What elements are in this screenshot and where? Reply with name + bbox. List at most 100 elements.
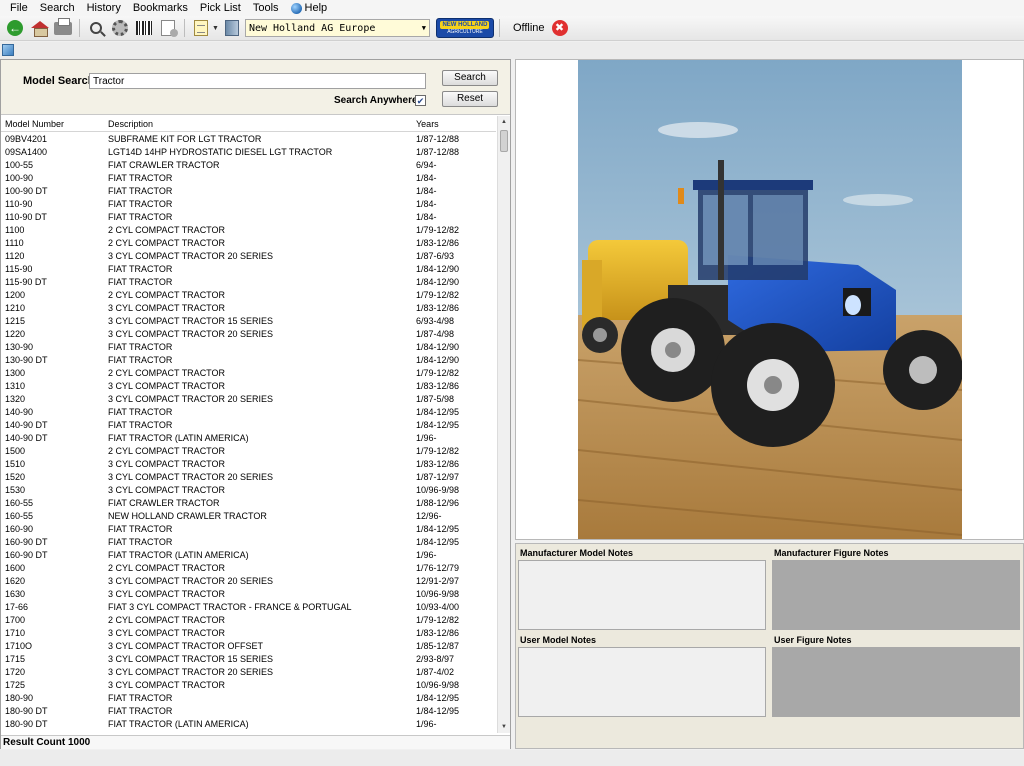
cell-years: 1/84-12/95 [416,537,460,547]
table-row[interactable]: 1715 3 CYL COMPACT TRACTOR 15 SERIES 2/93-… [1,653,496,666]
cell-model-number: 100-55 [5,160,34,170]
table-row[interactable]: 180-90 DT FIAT TRACTOR (LATIN AMERICA) 1/9… [1,718,496,731]
menu-file[interactable]: File [4,0,34,16]
table-row[interactable]: 160-55 NEW HOLLAND CRAWLER TRACTOR 12/96- [1,510,496,523]
barcode-button[interactable] [133,17,155,39]
table-row[interactable]: 1110 2 CYL COMPACT TRACTOR 1/83-12/86 [1,237,496,250]
table-row[interactable]: 1510 3 CYL COMPACT TRACTOR 1/83-12/86 [1,458,496,471]
window-tab-icon[interactable] [2,44,14,56]
cell-model-number: 1700 [5,615,26,625]
table-row[interactable]: 1200 2 CYL COMPACT TRACTOR 1/79-12/82 [1,289,496,302]
table-row[interactable]: 100-90 DT FIAT TRACTOR 1/84- [1,185,496,198]
menu-help[interactable]: Help [285,0,334,16]
table-row[interactable]: 1215 3 CYL COMPACT TRACTOR 15 SERIES 6/93-… [1,315,496,328]
table-row[interactable]: 1310 3 CYL COMPACT TRACTOR 1/83-12/86 [1,380,496,393]
menu-tools[interactable]: Tools [247,0,285,16]
table-row[interactable]: 1720 3 CYL COMPACT TRACTOR 20 SERIES 1/87-… [1,666,496,679]
table-row[interactable]: 115-90 DT FIAT TRACTOR 1/84-12/90 [1,276,496,289]
table-row[interactable]: 160-90 DT FIAT TRACTOR (LATIN AMERICA) 1/9… [1,549,496,562]
scroll-up-icon[interactable]: ▲ [498,116,510,128]
chevron-down-icon: ▼ [421,24,426,32]
cell-years: 1/84-12/95 [416,706,460,716]
table-row[interactable]: 100-55 FIAT CRAWLER TRACTOR 6/94- [1,159,496,172]
user-figure-notes-box[interactable] [772,647,1020,717]
column-header-description[interactable]: Description [108,119,153,129]
scroll-down-icon[interactable]: ▼ [498,721,510,733]
table-row[interactable]: 160-55 FIAT CRAWLER TRACTOR 1/88-12/96 [1,497,496,510]
table-row[interactable]: 17-66 FIAT 3 CYL COMPACT TRACTOR - FRANCE… [1,601,496,614]
table-row[interactable]: 1725 3 CYL COMPACT TRACTOR 10/96-9/98 [1,679,496,692]
manufacturer-model-notes-box[interactable] [518,560,766,630]
back-button[interactable]: ← [4,17,26,39]
table-row[interactable]: 1530 3 CYL COMPACT TRACTOR 10/96-9/98 [1,484,496,497]
menu-history[interactable]: History [81,0,127,16]
reset-button[interactable]: Reset [442,91,498,107]
document-search-button[interactable] [157,17,179,39]
table-row[interactable]: 1500 2 CYL COMPACT TRACTOR 1/79-12/82 [1,445,496,458]
table-row[interactable]: 100-90 FIAT TRACTOR 1/84- [1,172,496,185]
table-row[interactable]: 09BV4201 SUBFRAME KIT FOR LGT TRACTOR 1/87… [1,133,496,146]
table-row[interactable]: 1710O 3 CYL COMPACT TRACTOR OFFSET 1/85-12… [1,640,496,653]
table-row[interactable]: 180-90 FIAT TRACTOR 1/84-12/95 [1,692,496,705]
table-row[interactable]: 1630 3 CYL COMPACT TRACTOR 10/96-9/98 [1,588,496,601]
table-row[interactable]: 1100 2 CYL COMPACT TRACTOR 1/79-12/82 [1,224,496,237]
table-row[interactable]: 1700 2 CYL COMPACT TRACTOR 1/79-12/82 [1,614,496,627]
table-row[interactable]: 110-90 FIAT TRACTOR 1/84- [1,198,496,211]
table-row[interactable]: 1120 3 CYL COMPACT TRACTOR 20 SERIES 1/87-… [1,250,496,263]
tractor-illustration [578,60,962,539]
table-row[interactable]: 160-90 DT FIAT TRACTOR 1/84-12/95 [1,536,496,549]
cell-description: 3 CYL COMPACT TRACTOR 20 SERIES [108,576,274,586]
table-row[interactable]: 160-90 FIAT TRACTOR 1/84-12/95 [1,523,496,536]
home-button[interactable] [28,17,50,39]
cell-description: FIAT TRACTOR (LATIN AMERICA) [108,719,249,729]
table-row[interactable]: 110-90 DT FIAT TRACTOR 1/84- [1,211,496,224]
menu-search[interactable]: Search [34,0,81,16]
search-anywhere-checkbox[interactable]: ✔ [415,95,426,106]
toolbar-separator [79,19,80,37]
cell-model-number: 140-90 DT [5,420,48,430]
table-row[interactable]: 1710 3 CYL COMPACT TRACTOR 1/83-12/86 [1,627,496,640]
catalog-select[interactable]: New Holland AG Europe ▼ [244,19,430,37]
model-search-panel: Model Search Search Reset Search Anywher… [0,59,511,749]
offline-status-icon[interactable]: ✖ [551,20,568,36]
table-row[interactable]: 09SA1400 LGT14D 14HP HYDROSTATIC DIESEL L… [1,146,496,159]
manufacturer-figure-notes-box[interactable] [772,560,1020,630]
table-row[interactable]: 130-90 DT FIAT TRACTOR 1/84-12/90 [1,354,496,367]
table-row[interactable]: 1220 3 CYL COMPACT TRACTOR 20 SERIES 1/87-… [1,328,496,341]
scrollbar-thumb[interactable] [500,130,508,152]
parts-button[interactable] [109,17,131,39]
cell-years: 1/96- [416,719,437,729]
cell-years: 12/91-2/97 [416,576,460,586]
table-row[interactable]: 115-90 FIAT TRACTOR 1/84-12/90 [1,263,496,276]
table-row[interactable]: 140-90 DT FIAT TRACTOR (LATIN AMERICA) 1/9… [1,432,496,445]
column-header-model-number[interactable]: Model Number [5,119,64,129]
menu-pick-list[interactable]: Pick List [194,0,247,16]
results-scrollbar[interactable]: ▲ ▼ [497,116,510,733]
cell-model-number: 09BV4201 [5,134,48,144]
user-model-notes-box[interactable] [518,647,766,717]
cell-model-number: 1725 [5,680,26,690]
table-row[interactable]: 140-90 DT FIAT TRACTOR 1/84-12/95 [1,419,496,432]
search-tool-button[interactable] [85,17,107,39]
cell-model-number: 1500 [5,446,26,456]
menu-bookmarks[interactable]: Bookmarks [127,0,194,16]
catalog-book-button[interactable] [221,17,243,39]
table-row[interactable]: 1300 2 CYL COMPACT TRACTOR 1/79-12/82 [1,367,496,380]
table-row[interactable]: 1620 3 CYL COMPACT TRACTOR 20 SERIES 12/91… [1,575,496,588]
cell-description: FIAT TRACTOR [108,173,173,183]
search-button[interactable]: Search [442,70,498,86]
table-row[interactable]: 1210 3 CYL COMPACT TRACTOR 1/83-12/86 [1,302,496,315]
table-row[interactable]: 180-90 DT FIAT TRACTOR 1/84-12/95 [1,705,496,718]
column-header-years[interactable]: Years [416,119,439,129]
cell-years: 1/84- [416,212,437,222]
table-row[interactable]: 1600 2 CYL COMPACT TRACTOR 1/76-12/79 [1,562,496,575]
print-button[interactable] [52,17,74,39]
table-row[interactable]: 1520 3 CYL COMPACT TRACTOR 20 SERIES 1/87-… [1,471,496,484]
model-search-input[interactable] [89,73,426,89]
table-row[interactable]: 130-90 FIAT TRACTOR 1/84-12/90 [1,341,496,354]
cell-description: 2 CYL COMPACT TRACTOR [108,290,226,300]
notes-dropdown-arrow-icon[interactable]: ▼ [212,25,219,32]
notes-button[interactable] [190,17,212,39]
table-row[interactable]: 1320 3 CYL COMPACT TRACTOR 20 SERIES 1/87-… [1,393,496,406]
table-row[interactable]: 140-90 FIAT TRACTOR 1/84-12/95 [1,406,496,419]
